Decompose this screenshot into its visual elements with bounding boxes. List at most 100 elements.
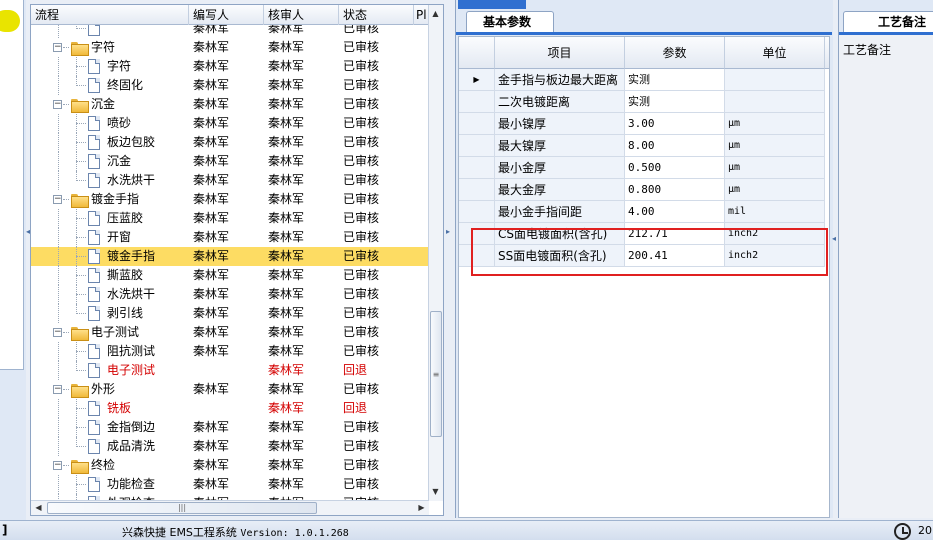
reviewer-cell: 秦林军 bbox=[268, 344, 305, 358]
parameter-item-cell[interactable]: 最小金厚 bbox=[495, 157, 625, 179]
tree-row[interactable]: − 外形 秦林军 秦林军 已审核 bbox=[31, 380, 429, 399]
collapse-icon[interactable]: − bbox=[53, 43, 62, 52]
tree-connector bbox=[58, 76, 59, 95]
parameter-unit-cell[interactable]: μm bbox=[725, 135, 825, 157]
parameter-value-cell[interactable]: 8.00 bbox=[625, 135, 725, 157]
parameter-value-cell[interactable]: 4.00 bbox=[625, 201, 725, 223]
parameter-unit-cell[interactable] bbox=[725, 91, 825, 113]
tree-row[interactable]: 字符 秦林军 秦林军 已审核 bbox=[31, 57, 429, 76]
parameter-item-cell[interactable]: 最大镍厚 bbox=[495, 135, 625, 157]
writer-cell: 秦林军 bbox=[193, 173, 230, 187]
parameter-row[interactable]: 最小镍厚 3.00 μm bbox=[459, 113, 829, 135]
parameter-value-cell[interactable]: 0.500 bbox=[625, 157, 725, 179]
tab-strip bbox=[456, 32, 832, 35]
status-cell: 已审核 bbox=[343, 439, 380, 453]
status-cell: 已审核 bbox=[343, 306, 380, 320]
tree-vscroll-thumb[interactable]: ≡ bbox=[430, 311, 442, 437]
parameter-row[interactable]: 最小金手指间距 4.00 mil bbox=[459, 201, 829, 223]
parameter-item-cell[interactable]: 金手指与板边最大距离 bbox=[495, 69, 625, 91]
tree-row[interactable]: 沉金 秦林军 秦林军 已审核 bbox=[31, 152, 429, 171]
collapse-icon[interactable]: − bbox=[53, 328, 62, 337]
parameter-unit-cell[interactable]: μm bbox=[725, 179, 825, 201]
tree-row[interactable]: 板边包胶 秦林军 秦林军 已审核 bbox=[31, 133, 429, 152]
splitter-grip-icon[interactable]: ◂ bbox=[832, 232, 836, 246]
tree-row[interactable]: 镀金手指 秦林军 秦林军 已审核 bbox=[31, 247, 429, 266]
tree-vertical-scrollbar[interactable]: ▲ ≡ ▼ bbox=[428, 5, 443, 501]
tree-hscroll-thumb[interactable]: ||| bbox=[47, 502, 317, 514]
parameter-unit-cell[interactable]: mil bbox=[725, 201, 825, 223]
tree-row[interactable]: 秦林军 秦林军 已审核 bbox=[31, 25, 429, 38]
parameter-value-cell[interactable]: 实测 bbox=[625, 91, 725, 113]
notes-body[interactable]: 工艺备注 bbox=[839, 35, 933, 518]
tree-node-label: 终检 bbox=[91, 458, 116, 472]
collapse-icon[interactable]: − bbox=[53, 195, 62, 204]
tree-row[interactable]: − 镀金手指 秦林军 秦林军 已审核 bbox=[31, 190, 429, 209]
status-cell: 已审核 bbox=[343, 59, 380, 73]
tree-row[interactable]: 水洗烘干 秦林军 秦林军 已审核 bbox=[31, 285, 429, 304]
tree-row[interactable]: 压蓝胶 秦林军 秦林军 已审核 bbox=[31, 209, 429, 228]
column-header-reviewer[interactable]: 核审人 bbox=[264, 5, 339, 25]
parameter-item-cell[interactable]: 最小镍厚 bbox=[495, 113, 625, 135]
scroll-left-arrow-icon[interactable]: ◀ bbox=[32, 501, 45, 514]
parameter-item-cell[interactable]: 二次电镀距离 bbox=[495, 91, 625, 113]
collapse-icon[interactable]: − bbox=[53, 100, 62, 109]
parameter-row[interactable]: 最小金厚 0.500 μm bbox=[459, 157, 829, 179]
parameter-row[interactable]: 二次电镀距离 实测 bbox=[459, 91, 829, 113]
top-tab-sliver[interactable] bbox=[458, 0, 526, 9]
tree-row[interactable]: 成品清洗 秦林军 秦林军 已审核 bbox=[31, 437, 429, 456]
parameter-row[interactable]: 最大金厚 0.800 μm bbox=[459, 179, 829, 201]
column-header-item[interactable]: 项目 bbox=[495, 37, 625, 69]
tree-row[interactable]: 金指倒边 秦林军 秦林军 已审核 bbox=[31, 418, 429, 437]
tree-row[interactable]: − 字符 秦林军 秦林军 已审核 bbox=[31, 38, 429, 57]
tree-row[interactable]: 开窗 秦林军 秦林军 已审核 bbox=[31, 228, 429, 247]
tree-row[interactable]: 电子测试 秦林军 回退 bbox=[31, 361, 429, 380]
writer-cell: 秦林军 bbox=[193, 325, 230, 339]
column-header-unit[interactable]: 单位 bbox=[725, 37, 825, 69]
folder-icon bbox=[71, 42, 89, 56]
tree-row[interactable]: 阻抗测试 秦林军 秦林军 已审核 bbox=[31, 342, 429, 361]
parameter-item-cell[interactable]: 最大金厚 bbox=[495, 179, 625, 201]
tab-process-notes[interactable]: 工艺备注 bbox=[843, 11, 933, 33]
tree-row[interactable]: 铣板 秦林军 回退 bbox=[31, 399, 429, 418]
scroll-up-arrow-icon[interactable]: ▲ bbox=[429, 7, 442, 20]
parameter-unit-cell[interactable] bbox=[725, 69, 825, 91]
splitter-grip-icon[interactable]: ▸ bbox=[446, 225, 450, 239]
tree-row[interactable]: 终固化 秦林军 秦林军 已审核 bbox=[31, 76, 429, 95]
scroll-down-arrow-icon[interactable]: ▼ bbox=[429, 485, 442, 498]
tree-node-label: 金指倒边 bbox=[107, 420, 156, 434]
tree-row[interactable]: 功能检查 秦林军 秦林军 已审核 bbox=[31, 475, 429, 494]
tree-row[interactable]: − 沉金 秦林军 秦林军 已审核 bbox=[31, 95, 429, 114]
column-header-status[interactable]: 状态 bbox=[339, 5, 414, 25]
reviewer-cell: 秦林军 bbox=[268, 249, 305, 263]
parameter-unit-cell[interactable]: μm bbox=[725, 113, 825, 135]
collapse-icon[interactable]: − bbox=[53, 461, 62, 470]
document-icon bbox=[88, 25, 100, 36]
parameter-value-cell[interactable]: 0.800 bbox=[625, 179, 725, 201]
tree-row[interactable]: 撕蓝胶 秦林军 秦林军 已审核 bbox=[31, 266, 429, 285]
reviewer-cell: 秦林军 bbox=[268, 173, 305, 187]
tree-row[interactable]: 水洗烘干 秦林军 秦林军 已审核 bbox=[31, 171, 429, 190]
writer-cell: 秦林军 bbox=[193, 249, 230, 263]
chat-bubble-icon[interactable] bbox=[0, 10, 20, 32]
tree-connector bbox=[58, 171, 59, 190]
column-header-value[interactable]: 参数 bbox=[625, 37, 725, 69]
parameter-value-cell[interactable]: 实测 bbox=[625, 69, 725, 91]
parameter-value-cell[interactable]: 3.00 bbox=[625, 113, 725, 135]
scroll-right-arrow-icon[interactable]: ▶ bbox=[415, 501, 428, 514]
tab-basic-params[interactable]: 基本参数 bbox=[466, 11, 554, 33]
parameter-row[interactable]: ▶ 金手指与板边最大距离 实测 bbox=[459, 69, 829, 91]
parameter-item-cell[interactable]: 最小金手指间距 bbox=[495, 201, 625, 223]
folder-icon bbox=[71, 99, 89, 113]
collapse-icon[interactable]: − bbox=[53, 385, 62, 394]
parameter-unit-cell[interactable]: μm bbox=[725, 157, 825, 179]
tree-row[interactable]: 剥引线 秦林军 秦林军 已审核 bbox=[31, 304, 429, 323]
tree-row[interactable]: 喷砂 秦林军 秦林军 已审核 bbox=[31, 114, 429, 133]
parameter-row[interactable]: 最大镍厚 8.00 μm bbox=[459, 135, 829, 157]
column-header-process[interactable]: 流程 bbox=[31, 5, 189, 25]
tree-connector bbox=[76, 218, 86, 219]
reviewer-cell: 秦林军 bbox=[268, 97, 305, 111]
column-header-writer[interactable]: 编写人 bbox=[189, 5, 264, 25]
tree-row[interactable]: − 终检 秦林军 秦林军 已审核 bbox=[31, 456, 429, 475]
tree-row[interactable]: − 电子测试 秦林军 秦林军 已审核 bbox=[31, 323, 429, 342]
tree-horizontal-scrollbar[interactable]: ◀ ||| ▶ bbox=[31, 500, 429, 515]
